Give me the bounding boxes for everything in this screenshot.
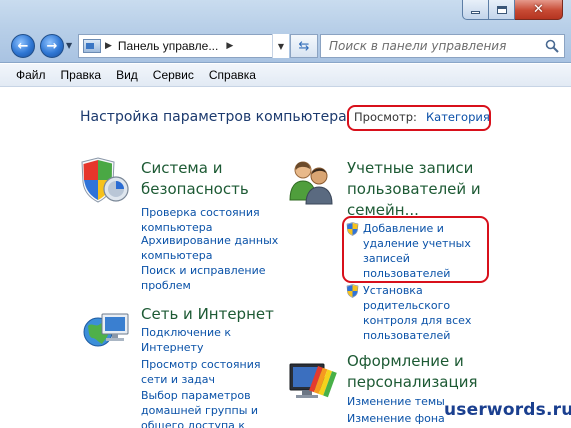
task-link-backup[interactable]: Архивирование данных компьютера bbox=[141, 233, 278, 263]
menu-file[interactable]: Файл bbox=[10, 64, 52, 87]
task-link-check-status[interactable]: Проверка состояния компьютера bbox=[141, 205, 260, 235]
heading-line[interactable]: Сеть и Интернет bbox=[141, 305, 274, 323]
task-link-line[interactable]: Установка bbox=[363, 284, 423, 297]
watermark: userwords.ru bbox=[444, 400, 571, 420]
heading-line[interactable]: персонализация bbox=[347, 373, 477, 391]
network-globe-icon[interactable] bbox=[80, 308, 132, 354]
search-input[interactable] bbox=[321, 35, 541, 57]
heading-line[interactable]: безопасность bbox=[141, 180, 249, 198]
appearance-monitor-icon[interactable] bbox=[288, 358, 340, 404]
close-icon: ✕ bbox=[533, 2, 544, 17]
breadcrumb-chevron-icon[interactable]: ▶ bbox=[226, 41, 233, 51]
view-label: Просмотр: bbox=[354, 110, 417, 124]
control-panel-content: Настройка параметров компьютера Просмотр… bbox=[0, 88, 571, 428]
category-heading-system-security[interactable]: Система и безопасность bbox=[141, 158, 249, 200]
menu-tools[interactable]: Сервис bbox=[147, 64, 200, 87]
task-link-line[interactable]: Проверка состояния bbox=[141, 206, 260, 219]
address-bar[interactable]: ▶ Панель управле... ▶ bbox=[78, 34, 289, 58]
task-link-line[interactable]: компьютера bbox=[141, 249, 213, 262]
task-link-line[interactable]: проблем bbox=[141, 279, 191, 292]
menu-view[interactable]: Вид bbox=[110, 64, 144, 87]
users-icon[interactable] bbox=[286, 156, 336, 206]
task-link-line[interactable]: Изменение темы bbox=[347, 395, 445, 408]
task-link-network-status[interactable]: Просмотр состояния сети и задач bbox=[141, 357, 261, 387]
view-mode-selector[interactable]: Категория bbox=[426, 110, 490, 124]
breadcrumb-chevron-icon[interactable]: ▶ bbox=[105, 41, 112, 51]
heading-line[interactable]: пользователей и bbox=[347, 180, 481, 198]
address-dropdown-icon[interactable]: ▼ bbox=[272, 34, 289, 58]
control-panel-icon bbox=[83, 39, 101, 53]
menu-help[interactable]: Справка bbox=[203, 64, 262, 87]
menu-edit[interactable]: Правка bbox=[55, 64, 108, 87]
task-link-parental-controls[interactable]: Установка родительского контроля для все… bbox=[363, 283, 471, 343]
window-controls: ✕ bbox=[462, 0, 563, 20]
window-titlebar: ✕ ← → ▼ ▶ Панель управле... ▶ ▼ ⇆ bbox=[0, 0, 571, 63]
search-box[interactable] bbox=[320, 34, 565, 58]
task-link-line[interactable]: контроля для всех bbox=[363, 314, 471, 327]
breadcrumb-control-panel[interactable]: Панель управле... bbox=[118, 39, 218, 53]
task-link-line[interactable]: удаление учетных bbox=[363, 237, 471, 250]
forward-button[interactable]: → bbox=[40, 34, 64, 58]
heading-line[interactable]: Учетные записи bbox=[347, 159, 473, 177]
refresh-button[interactable]: ⇆ bbox=[290, 34, 318, 58]
minimize-button[interactable] bbox=[462, 0, 489, 20]
maximize-icon bbox=[496, 5, 507, 14]
task-link-change-theme[interactable]: Изменение темы bbox=[347, 394, 445, 409]
task-link-line[interactable]: Выбор параметров bbox=[141, 389, 251, 402]
task-link-homegroup[interactable]: Выбор параметров домашней группы и общег… bbox=[141, 388, 258, 428]
task-link-line[interactable]: родительского bbox=[363, 299, 450, 312]
maximize-button[interactable] bbox=[489, 0, 515, 20]
category-heading-network[interactable]: Сеть и Интернет bbox=[141, 304, 274, 325]
security-shield-icon[interactable] bbox=[80, 156, 132, 206]
forward-arrow-icon: → bbox=[46, 38, 58, 54]
search-icon[interactable] bbox=[545, 39, 559, 53]
history-dropdown-icon[interactable]: ▼ bbox=[66, 41, 72, 50]
category-heading-appearance[interactable]: Оформление и персонализация bbox=[347, 351, 477, 393]
uac-shield-icon bbox=[346, 222, 359, 236]
back-button[interactable]: ← bbox=[11, 34, 35, 58]
task-link-line[interactable]: Архивирование данных bbox=[141, 234, 278, 247]
category-heading-user-accounts[interactable]: Учетные записи пользователей и семейн... bbox=[347, 158, 481, 221]
menu-bar: Файл Правка Вид Сервис Справка bbox=[0, 64, 571, 87]
task-link-line[interactable]: Просмотр состояния bbox=[141, 358, 261, 371]
task-link-line[interactable]: сети и задач bbox=[141, 373, 215, 386]
task-link-troubleshoot[interactable]: Поиск и исправление проблем bbox=[141, 263, 266, 293]
close-button[interactable]: ✕ bbox=[515, 0, 563, 20]
back-arrow-icon: ← bbox=[17, 38, 29, 54]
task-link-line[interactable]: Подключение к bbox=[141, 326, 231, 339]
heading-line[interactable]: Оформление и bbox=[347, 352, 464, 370]
task-link-line[interactable]: домашней группы и bbox=[141, 404, 258, 417]
task-link-line[interactable]: Изменение фона bbox=[347, 412, 445, 425]
uac-shield-icon bbox=[346, 284, 359, 298]
task-link-line[interactable]: пользователей bbox=[363, 267, 450, 280]
task-link-line[interactable]: Поиск и исправление bbox=[141, 264, 266, 277]
heading-line[interactable]: Система и bbox=[141, 159, 222, 177]
task-link-line[interactable]: пользователей bbox=[363, 329, 450, 342]
task-link-line[interactable]: Добавление и bbox=[363, 222, 444, 235]
page-title: Настройка параметров компьютера bbox=[80, 109, 347, 125]
refresh-icon: ⇆ bbox=[298, 38, 310, 54]
minimize-icon bbox=[471, 11, 480, 14]
task-link-line[interactable]: общего доступа к bbox=[141, 419, 245, 428]
task-link-line[interactable]: Интернету bbox=[141, 341, 203, 354]
task-link-line[interactable]: записей bbox=[363, 252, 410, 265]
task-link-change-background[interactable]: Изменение фона bbox=[347, 411, 445, 426]
task-link-add-remove-accounts[interactable]: Добавление и удаление учетных записей по… bbox=[363, 221, 471, 281]
task-link-connect-internet[interactable]: Подключение к Интернету bbox=[141, 325, 231, 355]
